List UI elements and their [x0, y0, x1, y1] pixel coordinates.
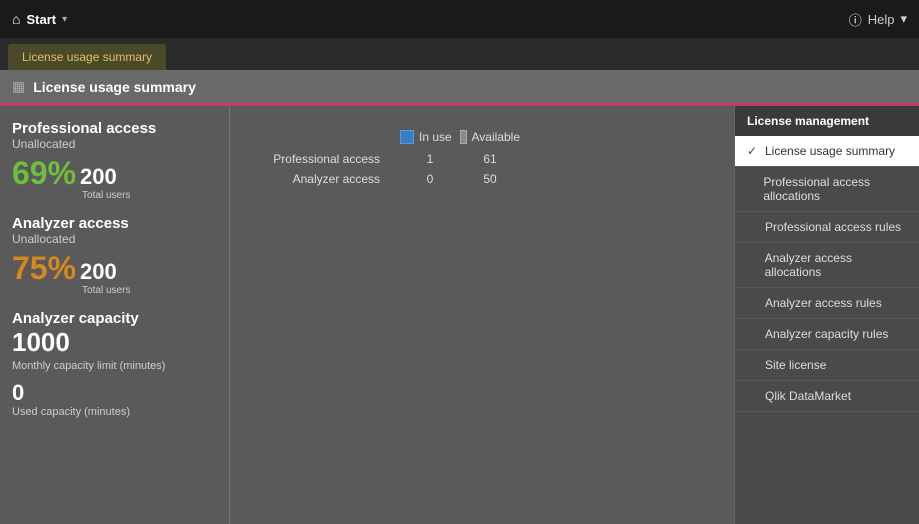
monthly-capacity-value: 1000 [12, 327, 217, 358]
table-row: Analyzer access 0 50 [250, 172, 714, 186]
analyzer-access-total-block: 200 Total users [80, 259, 130, 296]
analyzer-capacity-title: Analyzer capacity [12, 310, 217, 327]
professional-access-total-block: 200 Total users [80, 164, 130, 201]
analyzer-access-percent: 75% [12, 250, 76, 287]
professional-row-label: Professional access [250, 152, 400, 166]
left-panel: Professional access Unallocated 69% 200 … [0, 106, 230, 524]
sidebar-title: License management [735, 106, 919, 136]
page-header: ▦ License usage summary [0, 70, 919, 106]
used-capacity-label: Used capacity (minutes) [12, 406, 217, 418]
professional-row-available: 61 [460, 152, 520, 166]
page-wrapper: ▦ License usage summary Professional acc… [0, 70, 919, 524]
sidebar-item-qlik-datamarket[interactable]: Qlik DataMarket [735, 381, 919, 412]
sidebar-item-site-license[interactable]: Site license [735, 350, 919, 381]
sidebar-item-label: Analyzer capacity rules [765, 327, 888, 341]
analyzer-row-available: 50 [460, 172, 520, 186]
professional-row-inuse: 1 [400, 152, 460, 166]
usage-table: In use Available Professional access 1 6… [250, 130, 714, 186]
analyzer-access-value-row: 75% 200 Total users [12, 250, 217, 296]
help-dropdown-arrow[interactable]: ▾ [900, 11, 907, 27]
professional-access-title: Professional access [12, 120, 217, 137]
sidebar-item-label: Analyzer access allocations [765, 251, 907, 279]
sidebar-item-professional-access-rules[interactable]: Professional access rules [735, 212, 919, 243]
professional-access-subtitle: Unallocated [12, 137, 217, 151]
tab-license-usage-summary[interactable]: License usage summary [8, 44, 166, 70]
sidebar-item-label: Site license [765, 358, 826, 372]
license-management-sidebar: License management ✓ License usage summa… [734, 106, 919, 524]
in-use-legend-box [400, 130, 414, 144]
sidebar-item-label: Analyzer access rules [765, 296, 882, 310]
sidebar-item-professional-access-allocations[interactable]: Professional access allocations [735, 167, 919, 212]
analyzer-access-section: Analyzer access Unallocated 75% 200 Tota… [12, 215, 217, 296]
analyzer-access-count: 200 [80, 259, 130, 285]
help-circle-icon: ⓘ [849, 10, 862, 29]
in-use-col-header: In use [400, 130, 460, 144]
professional-access-section: Professional access Unallocated 69% 200 … [12, 120, 217, 201]
sidebar-item-label: License usage summary [765, 144, 895, 158]
available-col-header: Available [460, 130, 520, 144]
monthly-capacity-label: Monthly capacity limit (minutes) [12, 360, 217, 372]
professional-access-total-label: Total users [82, 190, 130, 201]
sidebar-item-analyzer-capacity-rules[interactable]: Analyzer capacity rules [735, 319, 919, 350]
used-capacity-value: 0 [12, 380, 217, 406]
professional-access-percent: 69% [12, 155, 76, 192]
home-icon: ⌂ [12, 11, 20, 27]
professional-access-value-row: 69% 200 Total users [12, 155, 217, 201]
available-label: Available [472, 130, 520, 144]
sidebar-item-license-usage-summary[interactable]: ✓ License usage summary [735, 136, 919, 167]
sidebar-item-label: Professional access rules [765, 220, 901, 234]
analyzer-access-total-label: Total users [82, 285, 130, 296]
content-area: Professional access Unallocated 69% 200 … [0, 106, 919, 524]
analyzer-row-inuse: 0 [400, 172, 460, 186]
sidebar-item-label: Professional access allocations [763, 175, 907, 203]
check-icon: ✓ [747, 144, 759, 158]
available-legend-box [460, 130, 467, 144]
sidebar-item-analyzer-access-rules[interactable]: Analyzer access rules [735, 288, 919, 319]
analyzer-capacity-section: Analyzer capacity 1000 Monthly capacity … [12, 310, 217, 418]
start-label[interactable]: Start [26, 12, 56, 27]
sidebar-item-analyzer-access-allocations[interactable]: Analyzer access allocations [735, 243, 919, 288]
tab-bar: License usage summary [0, 38, 919, 70]
professional-access-count: 200 [80, 164, 130, 190]
top-navigation: ⌂ Start ▾ ⓘ Help ▾ [0, 0, 919, 38]
analyzer-row-label: Analyzer access [250, 172, 400, 186]
page-header-icon: ▦ [12, 78, 25, 95]
sidebar-item-label: Qlik DataMarket [765, 389, 851, 403]
analyzer-access-subtitle: Unallocated [12, 232, 217, 246]
page-title: License usage summary [33, 79, 196, 95]
center-panel: In use Available Professional access 1 6… [230, 106, 734, 524]
help-label[interactable]: Help [868, 12, 895, 27]
in-use-label: In use [419, 130, 452, 144]
nav-right: ⓘ Help ▾ [849, 10, 907, 29]
table-row: Professional access 1 61 [250, 152, 714, 166]
column-headers: In use Available [400, 130, 714, 144]
analyzer-access-title: Analyzer access [12, 215, 217, 232]
nav-left: ⌂ Start ▾ [12, 11, 67, 27]
start-dropdown-arrow[interactable]: ▾ [62, 14, 67, 25]
